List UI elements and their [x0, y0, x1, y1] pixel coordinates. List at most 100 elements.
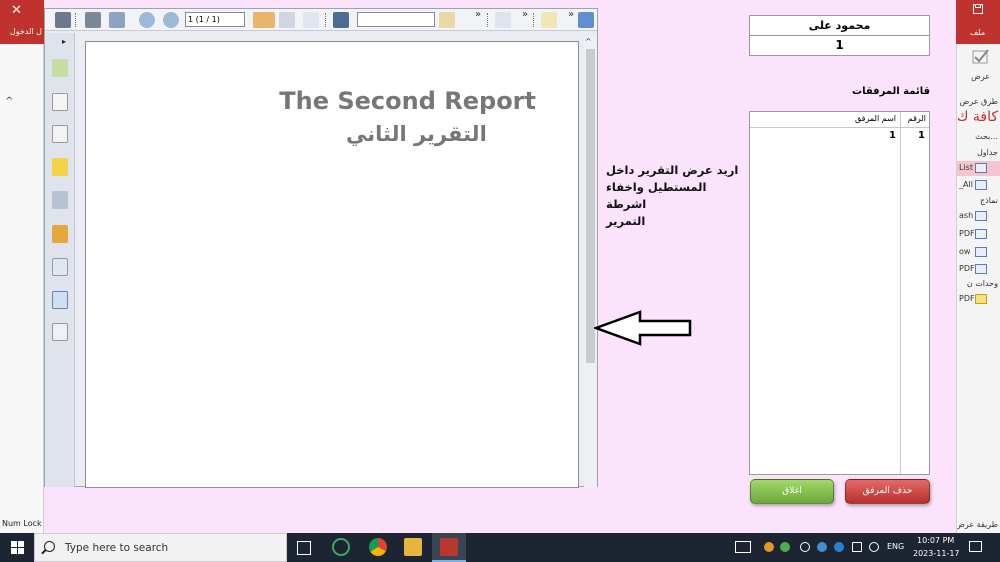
search-icon [44, 541, 55, 552]
layout-icon[interactable] [52, 291, 68, 309]
notifications-icon[interactable] [969, 541, 982, 552]
file-explorer-icon[interactable] [404, 538, 422, 556]
clock-time[interactable]: 10:07 PM [917, 536, 954, 545]
volume-icon[interactable] [869, 542, 879, 552]
view-method-label: طرق عرض [959, 97, 998, 106]
nav-item[interactable]: PDF [957, 227, 1000, 242]
page-setup-icon[interactable] [109, 12, 125, 28]
file-label[interactable]: ملف [970, 28, 985, 37]
save-report-icon[interactable] [55, 12, 71, 28]
pointer-icon[interactable] [303, 12, 319, 28]
search-input[interactable] [357, 12, 435, 27]
form-icon [975, 247, 987, 257]
language-indicator[interactable]: ENG [887, 542, 904, 551]
next-page-icon[interactable] [163, 12, 179, 28]
nav-item[interactable]: ow [957, 245, 1000, 260]
page-number-input[interactable]: 1 (1 / 1) [185, 12, 245, 27]
fullscreen-icon[interactable] [578, 12, 594, 28]
comments-icon[interactable] [52, 158, 68, 176]
user-name-field[interactable]: محمود على [749, 15, 930, 36]
login-label: ل الدخول [9, 27, 42, 36]
collapse-chevron-icon[interactable]: ^ [5, 96, 13, 107]
table-icon [975, 180, 987, 190]
chrome-icon[interactable] [369, 538, 387, 556]
windows-start-icon[interactable] [11, 541, 24, 554]
nav-item[interactable]: ash [957, 209, 1000, 224]
tray-icon[interactable] [780, 542, 790, 552]
tray-icon[interactable] [800, 542, 810, 552]
toolbar-separator [487, 13, 488, 27]
row-number-cell[interactable]: 1 [918, 130, 925, 141]
toolbar-overflow-icon[interactable]: » [475, 9, 481, 20]
form-icon [975, 211, 987, 221]
close-icon[interactable]: ✕ [11, 3, 22, 18]
tray-icon[interactable] [817, 542, 827, 552]
text-select-icon[interactable] [279, 12, 295, 28]
save-icon[interactable] [973, 4, 983, 17]
document-search-icon[interactable] [52, 258, 68, 276]
scroll-up-icon[interactable]: ^ [585, 37, 592, 46]
upwork-icon[interactable] [332, 538, 350, 556]
vertical-scrollbar[interactable]: ^ [584, 37, 597, 487]
access-icon [440, 538, 458, 556]
toolbar-overflow-icon[interactable]: » [568, 9, 574, 20]
document-icon[interactable] [52, 93, 68, 111]
previous-page-icon[interactable] [139, 12, 155, 28]
eraser-icon[interactable] [52, 125, 68, 143]
attachments-listbox[interactable]: الرقم اسم المرفق 1 1 [749, 111, 930, 475]
view-label[interactable]: عرض [971, 72, 990, 81]
nav-item[interactable]: PDF [957, 292, 1000, 307]
keyboard-icon[interactable] [735, 541, 751, 553]
nav-item[interactable]: PDF [957, 262, 1000, 277]
zoom-icon[interactable] [495, 12, 511, 28]
tables-group-label[interactable]: جداول [977, 148, 998, 157]
task-view-icon[interactable] [297, 541, 311, 555]
view-mode-status: طريقة عرض [956, 520, 998, 529]
nav-item[interactable]: List [957, 161, 1000, 176]
attachment-icon[interactable] [52, 191, 68, 209]
navigation-pane: عرض طرق عرض كافة ك بحث... جداول List _Al… [956, 0, 1000, 533]
access-close-area[interactable]: ✕ ل الدخول [0, 0, 44, 44]
tray-icon[interactable] [834, 542, 844, 552]
windows-taskbar: Type here to search ENG 10:07 PM 2023-11… [0, 533, 1000, 562]
column-header-number[interactable]: الرقم [908, 114, 926, 123]
row-name-cell[interactable]: 1 [889, 130, 896, 141]
network-icon[interactable] [852, 542, 862, 552]
column-header-name[interactable]: اسم المرفق [855, 114, 896, 123]
taskbar-search-box[interactable]: Type here to search [34, 533, 287, 562]
expand-sidebar-icon[interactable]: ▸ [62, 37, 66, 46]
nav-item[interactable]: _All [957, 178, 1000, 193]
nav-search[interactable]: بحث... [975, 132, 998, 141]
signature-icon[interactable] [52, 323, 68, 341]
table-icon [975, 163, 987, 173]
form-icon [975, 264, 987, 274]
access-file-tab[interactable]: ملف [956, 0, 1000, 44]
print-icon[interactable] [85, 12, 101, 28]
left-arrow-icon [594, 310, 692, 346]
preview-sidebar: ▸ [45, 33, 75, 487]
toolbar-separator [325, 13, 326, 27]
forms-group-label[interactable]: نماذج [980, 196, 998, 205]
user-id-field[interactable]: 1 [749, 35, 930, 56]
report-title-arabic: التقرير الثاني [346, 122, 487, 146]
modules-group-label[interactable]: وحدات ن [967, 279, 998, 288]
search-options-icon[interactable] [439, 12, 455, 28]
header-divider [750, 127, 929, 128]
pages-icon[interactable] [52, 59, 68, 77]
toolbar-separator [75, 13, 76, 27]
view-icon[interactable] [971, 48, 991, 68]
tray-icon[interactable] [764, 542, 774, 552]
toolbar-overflow-icon[interactable]: » [522, 9, 528, 20]
all-objects-header[interactable]: كافة ك [957, 109, 998, 125]
clock-date[interactable]: 2023-11-17 [913, 549, 960, 558]
close-button[interactable]: اغلاق [750, 479, 834, 504]
lock-icon[interactable] [52, 225, 68, 243]
delete-attachment-button[interactable]: حذف المرفق [845, 479, 930, 504]
form-icon [975, 229, 987, 239]
text-tool-icon[interactable] [541, 12, 557, 28]
hand-tool-icon[interactable] [253, 12, 275, 28]
access-taskbar-button[interactable] [432, 533, 466, 562]
annotation-note: اريد عرض التقرير داخل المستطيل واخفاء اش… [606, 162, 746, 230]
access-left-pane [0, 0, 44, 533]
find-icon[interactable] [333, 12, 349, 28]
